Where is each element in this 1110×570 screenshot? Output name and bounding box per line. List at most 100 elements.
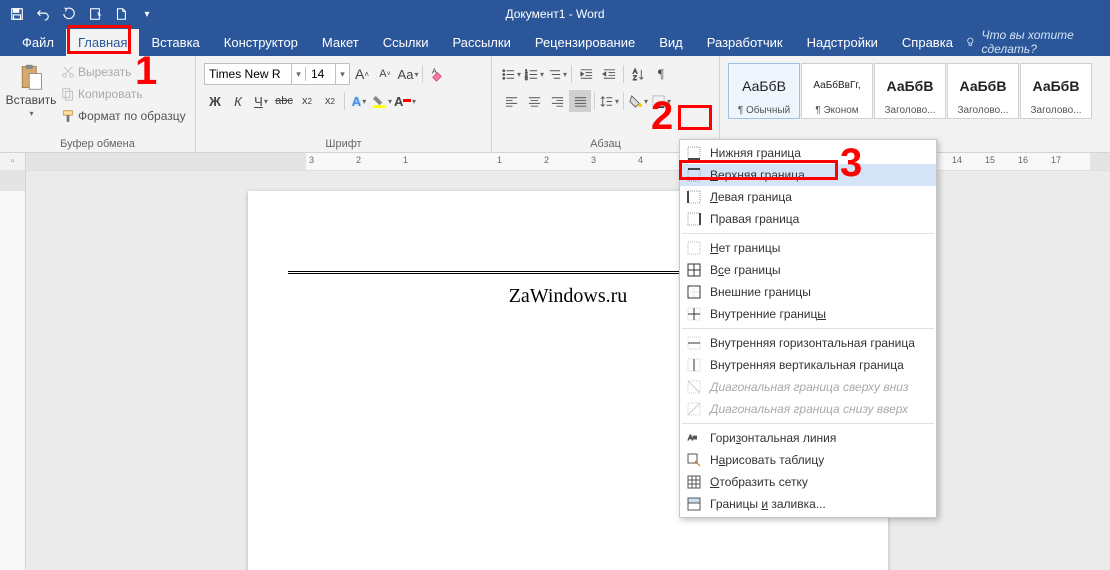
tab-layout[interactable]: Макет — [310, 29, 371, 56]
menu-item-draw-table[interactable]: Нарисовать таблицу — [680, 449, 936, 471]
increase-indent-icon — [602, 67, 617, 82]
bullets-button[interactable]: ▾ — [500, 63, 522, 85]
align-left-icon — [504, 94, 519, 109]
menu-item-left-border[interactable]: Левая граница — [680, 186, 936, 208]
tell-me-search[interactable]: Что вы хотите сделать? — [965, 28, 1110, 56]
document-text[interactable]: ZaWindows.ru — [509, 285, 628, 308]
redo-icon[interactable] — [58, 3, 80, 25]
menu-item-bottom-border[interactable]: Нижняя граница — [680, 142, 936, 164]
menu-item-inside-horizontal[interactable]: Внутренняя горизонтальная граница — [680, 332, 936, 354]
page-area: ZaWindows.ru — [26, 171, 1110, 570]
undo-icon[interactable] — [32, 3, 54, 25]
change-case-button[interactable]: Aa▾ — [397, 63, 419, 85]
chevron-down-icon: ▾ — [29, 109, 33, 118]
style-item[interactable]: АаБбВвГг,¶ Эконом — [801, 63, 873, 119]
align-right-icon — [550, 94, 565, 109]
menu-item-diagonal-down: Диагональная граница сверху вниз — [680, 376, 936, 398]
text-effects-button[interactable]: A▾ — [348, 90, 370, 112]
tell-me-label: Что вы хотите сделать? — [982, 28, 1096, 56]
italic-button[interactable]: К — [227, 90, 249, 112]
menu-item-outside-borders[interactable]: Внешние границы — [680, 281, 936, 303]
svg-text:3: 3 — [525, 76, 528, 81]
underline-button[interactable]: Ч▾ — [250, 90, 272, 112]
tab-review[interactable]: Рецензирование — [523, 29, 647, 56]
highlight-icon — [372, 94, 387, 109]
clear-formatting-button[interactable]: A — [426, 63, 448, 85]
superscript-button[interactable]: x2 — [319, 90, 341, 112]
align-left-button[interactable] — [500, 90, 522, 112]
border-none-icon — [686, 240, 702, 256]
tab-file[interactable]: Файл — [10, 29, 66, 56]
grow-font-button[interactable]: A˄ — [351, 63, 373, 85]
ruler-corner: ▫ — [0, 153, 26, 170]
cut-button[interactable]: Вырезать — [58, 61, 189, 83]
shading-button[interactable]: ▾ — [627, 90, 649, 112]
style-item[interactable]: АаБбВЗаголово... — [874, 63, 946, 119]
customize-qat-icon[interactable]: ▾ — [136, 3, 158, 25]
border-right-icon — [686, 211, 702, 227]
tab-view[interactable]: Вид — [647, 29, 695, 56]
menu-item-right-border[interactable]: Правая граница — [680, 208, 936, 230]
paste-button[interactable]: Вставить ▾ — [4, 59, 58, 137]
bold-button[interactable]: Ж — [204, 90, 226, 112]
paste-label: Вставить — [6, 93, 57, 107]
decrease-indent-button[interactable] — [575, 63, 597, 85]
menu-item-horizontal-line[interactable]: A≡Горизонтальная линия — [680, 427, 936, 449]
font-color-button[interactable]: A▾ — [394, 90, 416, 112]
quick-print-icon[interactable] — [84, 3, 106, 25]
justify-button[interactable] — [569, 90, 591, 112]
tab-addins[interactable]: Надстройки — [795, 29, 890, 56]
font-name-input[interactable] — [205, 67, 291, 81]
bucket-icon — [628, 94, 643, 109]
group-clipboard: Вставить ▾ Вырезать Копировать Формат по… — [0, 56, 196, 152]
menu-item-inside-borders[interactable]: Внутренние границы — [680, 303, 936, 325]
highlight-button[interactable]: ▾ — [371, 90, 393, 112]
shrink-font-button[interactable]: A˅ — [374, 63, 396, 85]
style-item[interactable]: АаБбВЗаголово... — [1020, 63, 1092, 119]
chevron-down-icon[interactable]: ▾ — [291, 64, 305, 84]
show-marks-button[interactable]: ¶ — [650, 63, 672, 85]
style-item[interactable]: АаБбВЗаголово... — [947, 63, 1019, 119]
copy-button[interactable]: Копировать — [58, 83, 189, 105]
svg-text:A≡: A≡ — [688, 435, 697, 442]
menu-item-view-gridlines[interactable]: Отобразить сетку — [680, 471, 936, 493]
subscript-button[interactable]: x2 — [296, 90, 318, 112]
line-spacing-button[interactable]: ▾ — [598, 90, 620, 112]
format-painter-button[interactable]: Формат по образцу — [58, 105, 189, 127]
tab-design[interactable]: Конструктор — [212, 29, 310, 56]
chevron-down-icon[interactable]: ▾ — [335, 64, 349, 84]
border-diag-up-icon — [686, 401, 702, 417]
menu-item-borders-shading[interactable]: Границы и заливка... — [680, 493, 936, 515]
font-name-combo[interactable]: ▾ ▾ — [204, 63, 350, 85]
multilevel-list-button[interactable]: ▾ — [546, 63, 568, 85]
menu-item-top-border[interactable]: Верхняя граница — [680, 164, 936, 186]
sort-button[interactable]: AZ — [627, 63, 649, 85]
tab-references[interactable]: Ссылки — [371, 29, 441, 56]
numbering-button[interactable]: 123▾ — [523, 63, 545, 85]
new-doc-icon[interactable] — [110, 3, 132, 25]
border-diag-down-icon — [686, 379, 702, 395]
styles-gallery[interactable]: АаБбВ¶ Обычный АаБбВвГг,¶ Эконом АаБбВЗа… — [728, 63, 1092, 137]
menu-item-inside-vertical[interactable]: Внутренняя вертикальная граница — [680, 354, 936, 376]
strikethrough-button[interactable]: abc — [273, 90, 295, 112]
borders-button[interactable]: ▾ — [650, 90, 672, 112]
tab-developer[interactable]: Разработчик — [695, 29, 795, 56]
tab-home[interactable]: Главная — [66, 29, 139, 56]
align-center-icon — [527, 94, 542, 109]
scissors-icon — [61, 65, 75, 79]
save-icon[interactable] — [6, 3, 28, 25]
borders-dropdown-menu: Нижняя граница Верхняя граница Левая гра… — [679, 139, 937, 518]
tab-insert[interactable]: Вставка — [139, 29, 211, 56]
lightbulb-icon — [965, 35, 976, 49]
align-right-button[interactable] — [546, 90, 568, 112]
font-size-input[interactable] — [305, 67, 335, 81]
ruler-vertical — [0, 171, 26, 570]
border-inside-h-icon — [686, 335, 702, 351]
tab-help[interactable]: Справка — [890, 29, 965, 56]
menu-item-all-borders[interactable]: Все границы — [680, 259, 936, 281]
increase-indent-button[interactable] — [598, 63, 620, 85]
menu-item-no-border[interactable]: Нет границы — [680, 237, 936, 259]
style-item[interactable]: АаБбВ¶ Обычный — [728, 63, 800, 119]
tab-mailings[interactable]: Рассылки — [440, 29, 522, 56]
align-center-button[interactable] — [523, 90, 545, 112]
